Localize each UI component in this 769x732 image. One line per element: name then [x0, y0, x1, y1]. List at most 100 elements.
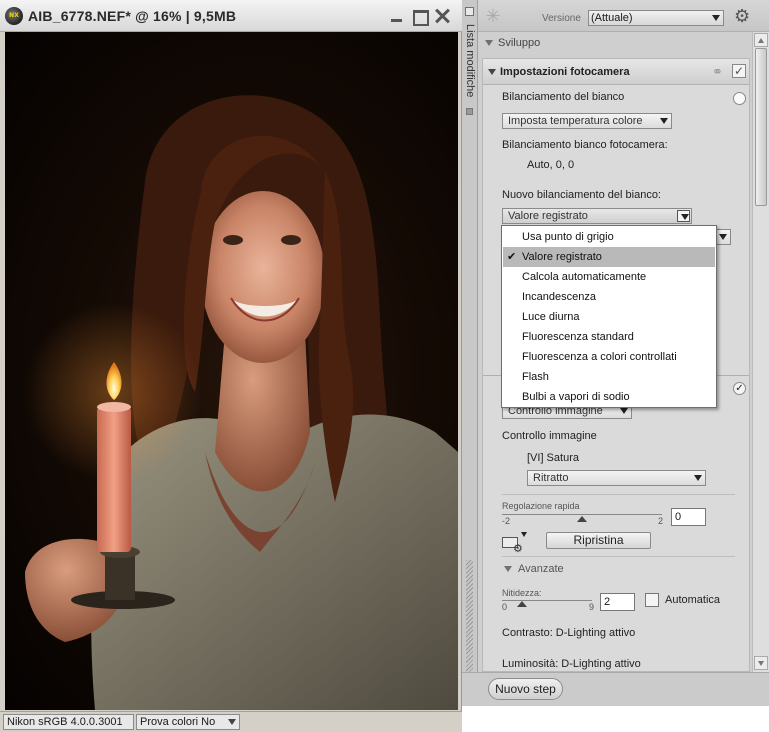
- maximize-button[interactable]: [409, 6, 429, 26]
- dropdown-item[interactable]: Fluorescenza a colori controllati: [503, 347, 715, 367]
- version-value: (Attuale): [591, 12, 633, 24]
- dropdown-item[interactable]: Incandescenza: [503, 287, 715, 307]
- blank-area: [462, 706, 769, 732]
- camera-settings-header[interactable]: Impostazioni fotocamera ⚭ ✓: [483, 59, 749, 85]
- divider: [502, 556, 735, 557]
- new-wb-select[interactable]: Valore registrato: [502, 208, 692, 224]
- new-wb-label: Nuovo bilanciamento del bianco:: [502, 189, 661, 201]
- curve-preset-icon[interactable]: ⚙: [502, 532, 530, 555]
- link-icon[interactable]: ⚭: [712, 64, 723, 80]
- scroll-up-button[interactable]: [754, 33, 768, 47]
- auto-retouch-icon[interactable]: ✳: [484, 7, 502, 25]
- dropdown-item-label: Fluorescenza a colori controllati: [522, 351, 677, 363]
- status-bar: Nikon sRGB 4.0.0.3001 Prova colori No: [0, 711, 462, 732]
- dropdown-item-label: Flash: [522, 371, 549, 383]
- picture-preset-select[interactable]: Ritratto: [527, 470, 706, 486]
- new-wb-value: Valore registrato: [508, 210, 588, 222]
- chevron-down-icon: [228, 719, 236, 725]
- chevron-down-icon: [657, 115, 670, 127]
- sharpness-min: 0: [502, 602, 508, 612]
- strip-marker-icon[interactable]: [466, 108, 473, 115]
- image-window: NX AIB_6778.NEF* @ 16% | 9,5MB Nikon sRG…: [0, 0, 462, 732]
- panel-footer: Nuovo step: [462, 672, 769, 706]
- dropdown-item[interactable]: Luce diurna: [503, 307, 715, 327]
- dropdown-item[interactable]: Usa punto di grigio: [503, 227, 715, 247]
- brightness-label: Luminosità: D-Lighting attivo: [502, 658, 641, 670]
- edit-list-label[interactable]: Lista modifiche: [464, 24, 476, 97]
- dropdown-item-selected[interactable]: ✔ Valore registrato: [503, 247, 715, 267]
- quick-adjust-thumb[interactable]: [577, 516, 587, 522]
- panel-toolbar: ✳ Versione (Attuale) ⚙: [478, 0, 769, 32]
- quick-adjust-input[interactable]: 0: [671, 508, 706, 526]
- scroll-thumb[interactable]: [755, 48, 767, 206]
- dropdown-item-label: Fluorescenza standard: [522, 331, 634, 343]
- sharpness-input[interactable]: 2: [600, 593, 635, 611]
- chevron-down-icon: [677, 210, 690, 222]
- close-button[interactable]: [432, 6, 452, 26]
- sharpness-thumb[interactable]: [517, 601, 527, 607]
- softproof-value: Prova colori No: [140, 716, 216, 728]
- scroll-down-button[interactable]: [754, 656, 768, 670]
- quick-adjust-label: Regolazione rapida: [502, 501, 580, 511]
- auto-sharpness-label: Automatica: [665, 594, 721, 606]
- version-select[interactable]: (Attuale): [588, 10, 724, 26]
- dropdown-item[interactable]: Fluorescenza standard: [503, 327, 715, 347]
- camera-settings-title: Impostazioni fotocamera: [500, 66, 630, 78]
- wb-mode-value: Imposta temperatura colore: [508, 115, 643, 127]
- chevron-down-icon: [691, 472, 704, 484]
- dropdown-item-label: Valore registrato: [522, 251, 602, 263]
- advanced-label: Avanzate: [518, 563, 564, 575]
- photo-canvas[interactable]: [5, 32, 458, 710]
- quick-adjust-max: 2: [658, 516, 664, 526]
- white-balance-label: Bilanciamento del bianco: [502, 91, 625, 103]
- gear-icon[interactable]: ⚙: [734, 7, 756, 25]
- app-logo: NX: [5, 7, 23, 25]
- section-title: Sviluppo: [498, 37, 541, 49]
- edit-list-toggle[interactable]: [465, 7, 474, 16]
- portrait-photo: [23, 95, 458, 710]
- camera-wb-value: Auto, 0, 0: [527, 159, 575, 171]
- color-profile-label: Nikon sRGB 4.0.0.3001: [3, 714, 134, 730]
- sharpness-label: Nitidezza:: [502, 588, 542, 598]
- panel-scrollbar[interactable]: [752, 32, 769, 672]
- dropdown-item-label: Bulbi a vapori di sodio: [522, 391, 630, 403]
- auto-sharpness-checkbox[interactable]: [645, 593, 659, 607]
- section-header-develop[interactable]: Sviluppo: [478, 32, 752, 54]
- wb-dropdown-list[interactable]: Usa punto di grigio ✔ Valore registrato C…: [501, 225, 717, 408]
- window-title: AIB_6778.NEF* @ 16% | 9,5MB: [28, 8, 237, 24]
- resize-grip[interactable]: [466, 560, 473, 690]
- expand-triangle-icon: [485, 40, 493, 46]
- picture-control-current: [VI] Satura: [527, 452, 579, 464]
- advanced-header[interactable]: Avanzate: [502, 561, 652, 577]
- sharpness-track[interactable]: [502, 600, 592, 601]
- contrast-label: Contrasto: D-Lighting attivo: [502, 627, 636, 639]
- dropdown-item-label: Luce diurna: [522, 311, 580, 323]
- picture-preset-value: Ritratto: [533, 472, 569, 484]
- dropdown-item[interactable]: Bulbi a vapori di sodio: [503, 387, 715, 407]
- chevron-down-icon: [709, 12, 722, 24]
- picture-control-label: Controllo immagine: [502, 430, 597, 442]
- window-title-bar[interactable]: NX AIB_6778.NEF* @ 16% | 9,5MB: [0, 0, 462, 32]
- quick-adjust-track[interactable]: [502, 514, 662, 515]
- expand-triangle-icon: [488, 69, 496, 75]
- softproof-select[interactable]: Prova colori No: [136, 714, 240, 730]
- minimize-button[interactable]: [387, 6, 407, 26]
- new-step-button[interactable]: Nuovo step: [488, 678, 563, 700]
- version-label: Versione: [542, 13, 581, 24]
- checkmark-icon: ✔: [507, 251, 517, 263]
- camera-settings-checkbox[interactable]: ✓: [732, 64, 746, 78]
- wb-mode-select[interactable]: Imposta temperatura colore: [502, 113, 672, 129]
- quick-adjust-min: -2: [502, 516, 511, 526]
- dropdown-item-label: Usa punto di grigio: [522, 231, 614, 243]
- dropdown-item-label: Calcola automaticamente: [522, 271, 647, 283]
- sharpness-max: 9: [589, 602, 595, 612]
- dropdown-item-label: Incandescenza: [522, 291, 596, 303]
- picture-control-toggle[interactable]: ✓: [733, 382, 746, 395]
- dropdown-item[interactable]: Calcola automaticamente: [503, 267, 715, 287]
- dropdown-item[interactable]: Flash: [503, 367, 715, 387]
- chevron-down-icon: [716, 231, 729, 243]
- white-balance-radio[interactable]: [733, 92, 746, 105]
- edit-list-strip: Lista modifiche: [462, 0, 478, 705]
- reset-button[interactable]: Ripristina: [546, 532, 651, 549]
- divider: [502, 494, 735, 495]
